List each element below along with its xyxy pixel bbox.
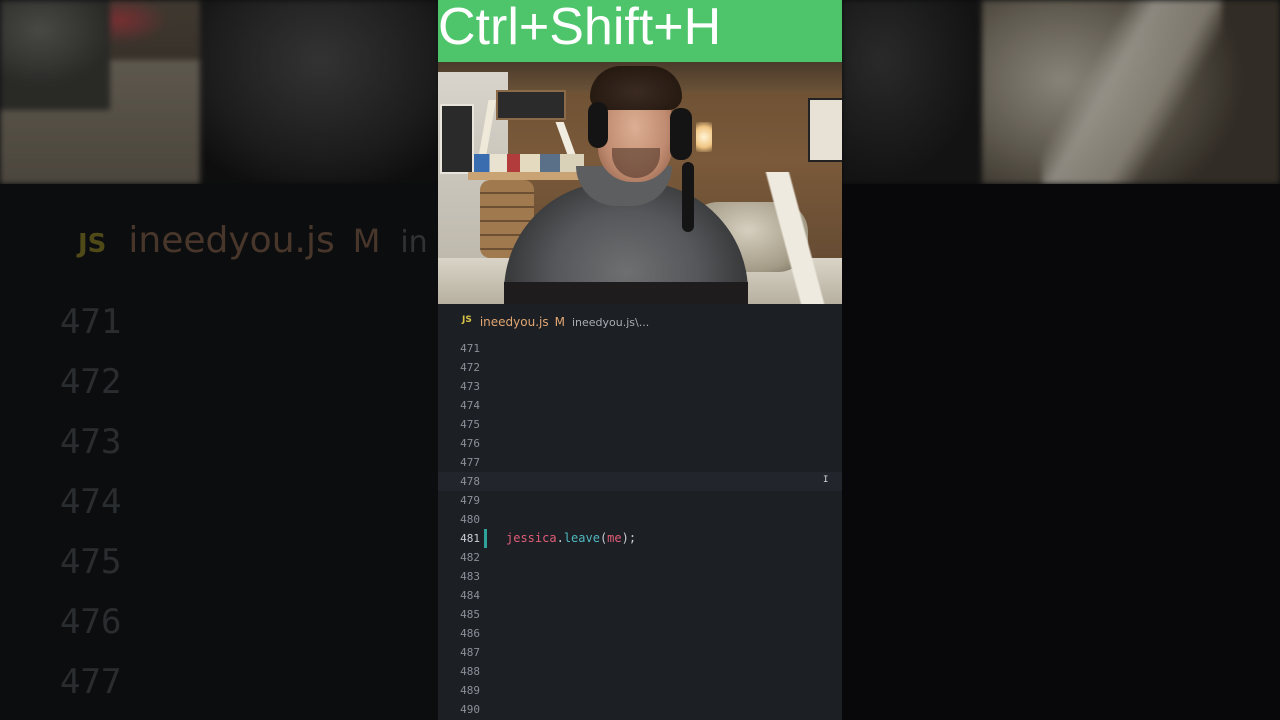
code-area[interactable]: 471 472 473 474 475 476 477 478 I 479 48… [438, 339, 842, 719]
line-number: 471 [460, 342, 480, 355]
webcam-lamp [696, 122, 712, 152]
headset-icon [588, 102, 608, 148]
code-statement: jessica.leave(me); [506, 529, 636, 548]
video-frame: JS ineedyou.js M in 471 472 473 474 475 … [0, 0, 1280, 720]
code-line[interactable]: 487 [438, 643, 842, 662]
code-line-leave[interactable]: 481 jessica.leave(me); [438, 529, 842, 548]
line-number: 482 [460, 551, 480, 564]
code-line[interactable]: 474 [438, 396, 842, 415]
tab-path: ineedyou.js\... [571, 315, 650, 329]
line-number: 485 [460, 608, 480, 621]
code-line[interactable]: 472 [438, 358, 842, 377]
microphone-icon [682, 162, 694, 232]
line-number: 473 [460, 380, 480, 393]
background-dim [842, 0, 1280, 720]
code-line[interactable]: 484 [438, 586, 842, 605]
code-token-close: ); [621, 531, 637, 545]
current-line[interactable]: 478 I [438, 472, 842, 491]
webcam-shelf-items [474, 154, 584, 172]
line-number: 478 [460, 475, 480, 488]
code-line[interactable]: 473 [438, 377, 842, 396]
editor-tab-bar: JS ineedyou.js M ineedyou.js\... [438, 304, 842, 340]
background-dim [0, 0, 438, 720]
line-number: 474 [460, 399, 480, 412]
code-line[interactable]: 486 [438, 624, 842, 643]
code-line[interactable]: 476 [438, 434, 842, 453]
webcam-model-boat [466, 100, 506, 154]
code-line[interactable]: 479 [438, 491, 842, 510]
mouse-ibeam-icon: I [823, 475, 829, 485]
code-editor: JS ineedyou.js M ineedyou.js\... 471 472… [438, 304, 842, 720]
code-token-object: jessica [506, 531, 557, 545]
code-line[interactable]: 488 [438, 662, 842, 681]
main-column: Ctrl+Shift+H JS ineedyou.js M ineedyou.j… [438, 0, 842, 720]
line-number: 490 [460, 703, 480, 716]
shortcut-text: Ctrl+Shift+H [438, 0, 722, 56]
webcam-sailboat [760, 172, 830, 304]
code-line[interactable]: 489 [438, 681, 842, 700]
webcam-feed [438, 62, 842, 304]
webcam-shelf [468, 172, 588, 180]
modified-gutter-marker [484, 529, 487, 548]
editor-tab-ineedyou[interactable]: JS ineedyou.js M ineedyou.js\... [438, 304, 649, 340]
code-line[interactable]: 490 [438, 700, 842, 719]
webcam-wall-frame [808, 98, 842, 162]
line-number: 472 [460, 361, 480, 374]
code-token-method: leave [563, 531, 600, 545]
code-line[interactable]: 477 [438, 453, 842, 472]
line-number: 487 [460, 646, 480, 659]
line-number: 479 [460, 494, 480, 507]
webcam-display-case [496, 90, 566, 120]
code-token-dot: . [556, 531, 564, 545]
code-line[interactable]: 475 [438, 415, 842, 434]
line-number: 481 [460, 532, 480, 545]
line-number: 484 [460, 589, 480, 602]
blurred-background-right [842, 0, 1280, 720]
javascript-icon: JS [462, 315, 472, 325]
line-number: 475 [460, 418, 480, 431]
tab-file-name: ineedyou.js [479, 315, 549, 329]
line-number: 480 [460, 513, 480, 526]
line-number: 483 [460, 570, 480, 583]
code-token-argument: me [607, 531, 622, 545]
code-line[interactable]: 471 [438, 339, 842, 358]
modified-indicator: M [554, 315, 565, 329]
code-line[interactable]: 482 [438, 548, 842, 567]
headset-icon [670, 108, 692, 160]
line-number: 489 [460, 684, 480, 697]
line-number: 488 [460, 665, 480, 678]
line-number: 476 [460, 437, 480, 450]
shortcut-banner: Ctrl+Shift+H [438, 0, 842, 62]
code-line[interactable]: 485 [438, 605, 842, 624]
code-line[interactable]: 483 [438, 567, 842, 586]
line-number: 477 [460, 456, 480, 469]
code-line[interactable]: 480 [438, 510, 842, 529]
blurred-background-left: JS ineedyou.js M in 471 472 473 474 475 … [0, 0, 438, 720]
line-number: 486 [460, 627, 480, 640]
